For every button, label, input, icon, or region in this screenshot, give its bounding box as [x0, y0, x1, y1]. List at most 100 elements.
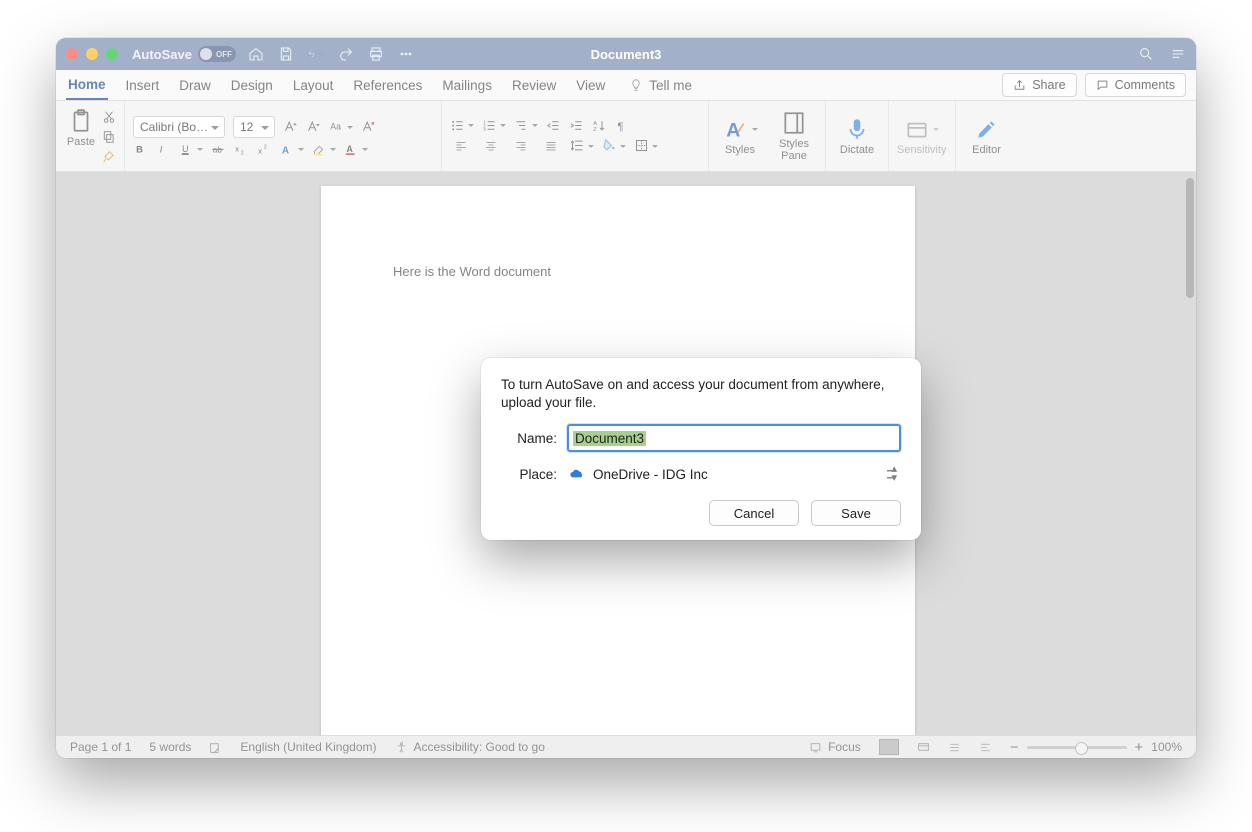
svg-text:x: x — [258, 146, 262, 155]
tab-references[interactable]: References — [351, 72, 424, 99]
zoom-window-button[interactable] — [106, 48, 118, 60]
status-page[interactable]: Page 1 of 1 — [70, 740, 131, 754]
status-spellcheck[interactable] — [209, 741, 222, 754]
increase-font-icon[interactable] — [283, 119, 298, 134]
sort-icon[interactable]: AZ — [592, 118, 607, 133]
zoom-in-button[interactable]: + — [1135, 739, 1144, 756]
change-case-icon[interactable]: Aa — [329, 119, 353, 134]
tab-draw[interactable]: Draw — [177, 72, 213, 99]
shading-icon[interactable] — [602, 138, 626, 153]
status-focus[interactable]: Focus — [809, 740, 861, 754]
zoom-out-button[interactable]: − — [1010, 739, 1019, 756]
font-name-select[interactable]: Calibri (Bo… — [133, 116, 225, 138]
tell-me-search[interactable]: Tell me — [629, 78, 692, 93]
status-accessibility[interactable]: Accessibility: Good to go — [395, 740, 545, 754]
undo-icon[interactable] — [308, 46, 324, 62]
line-spacing-icon[interactable] — [570, 138, 594, 153]
comments-button[interactable]: Comments — [1085, 73, 1186, 97]
dictate-button[interactable]: Dictate — [834, 116, 880, 156]
multilevel-list-icon[interactable] — [514, 118, 538, 133]
status-language[interactable]: English (United Kingdom) — [240, 740, 376, 754]
font-color-icon[interactable]: A — [344, 142, 368, 157]
decrease-indent-icon[interactable] — [546, 118, 561, 133]
tab-layout[interactable]: Layout — [291, 72, 336, 99]
minimize-window-button[interactable] — [86, 48, 98, 60]
zoom-percent[interactable]: 100% — [1151, 740, 1182, 754]
styles-pane-button[interactable]: StylesPane — [771, 110, 817, 162]
borders-icon[interactable] — [634, 138, 658, 153]
dialog-name-input[interactable]: Document3 — [567, 424, 901, 452]
svg-text:Z: Z — [593, 127, 597, 133]
copy-icon[interactable] — [102, 130, 116, 144]
redo-icon[interactable] — [338, 46, 354, 62]
subscript-icon[interactable]: x2 — [234, 142, 249, 157]
increase-indent-icon[interactable] — [569, 118, 584, 133]
tab-home[interactable]: Home — [66, 71, 108, 100]
paste-button[interactable]: Paste — [64, 108, 98, 148]
font-size-select[interactable]: 12 — [233, 116, 275, 138]
bullets-icon[interactable] — [450, 118, 474, 133]
styles-icon: A — [723, 116, 758, 142]
svg-text:Aa: Aa — [330, 122, 341, 132]
search-icon[interactable] — [1138, 46, 1154, 62]
dialog-name-label: Name: — [501, 431, 557, 446]
show-marks-icon[interactable]: ¶ — [615, 118, 630, 133]
decrease-font-icon[interactable] — [306, 119, 321, 134]
bulb-icon — [629, 78, 643, 92]
tab-review[interactable]: Review — [510, 72, 558, 99]
save-button[interactable]: Save — [811, 500, 901, 526]
zoom-slider[interactable] — [1027, 746, 1127, 749]
ribbon-tab-strip: Home Insert Draw Design Layout Reference… — [56, 70, 1196, 101]
scrollbar-thumb[interactable] — [1186, 178, 1194, 298]
strikethrough-icon[interactable]: ab — [211, 142, 226, 157]
autosave-toggle[interactable]: AutoSave OFF — [132, 46, 236, 62]
view-outline[interactable] — [948, 741, 961, 754]
dialog-place-select[interactable]: OneDrive - IDG Inc ▴▾ — [567, 462, 901, 486]
ribbon-options-icon[interactable] — [1170, 46, 1186, 62]
align-left-icon[interactable] — [450, 137, 472, 155]
title-bar: AutoSave OFF Document3 — [56, 38, 1196, 70]
share-button[interactable]: Share — [1002, 73, 1076, 97]
tab-mailings[interactable]: Mailings — [440, 72, 494, 99]
highlight-icon[interactable] — [312, 142, 336, 157]
group-editor: Editor — [956, 101, 1018, 171]
home-icon[interactable] — [248, 46, 264, 62]
svg-text:A: A — [347, 144, 354, 154]
tab-design[interactable]: Design — [229, 72, 275, 99]
tab-view[interactable]: View — [574, 72, 607, 99]
status-word-count[interactable]: 5 words — [149, 740, 191, 754]
view-print-layout[interactable] — [879, 739, 899, 755]
close-window-button[interactable] — [66, 48, 78, 60]
focus-icon — [809, 741, 822, 754]
cancel-button[interactable]: Cancel — [709, 500, 799, 526]
view-web-layout[interactable] — [917, 741, 930, 754]
comment-icon — [1096, 79, 1109, 92]
svg-text:U: U — [182, 144, 188, 154]
styles-button[interactable]: A Styles — [717, 116, 763, 156]
svg-text:ab: ab — [213, 145, 223, 154]
cut-icon[interactable] — [102, 110, 116, 124]
align-right-icon[interactable] — [510, 137, 532, 155]
tab-insert[interactable]: Insert — [124, 72, 162, 99]
dialog-message: To turn AutoSave on and access your docu… — [501, 376, 901, 412]
document-body-text: Here is the Word document — [393, 264, 551, 279]
print-icon[interactable] — [368, 46, 384, 62]
group-font: Calibri (Bo… 12 Aa B I U ab x2 x2 A A — [125, 101, 442, 171]
editor-icon — [974, 116, 1000, 142]
clear-formatting-icon[interactable] — [361, 119, 376, 134]
bold-icon[interactable]: B — [133, 142, 148, 157]
underline-icon[interactable]: U — [179, 142, 203, 157]
justify-icon[interactable] — [540, 137, 562, 155]
format-painter-icon[interactable] — [102, 150, 116, 164]
more-icon[interactable] — [398, 46, 414, 62]
numbering-icon[interactable]: 123 — [482, 118, 506, 133]
save-icon[interactable] — [278, 46, 294, 62]
autosave-switch[interactable]: OFF — [198, 46, 236, 62]
superscript-icon[interactable]: x2 — [257, 142, 272, 157]
sensitivity-button[interactable]: Sensitivity — [897, 116, 947, 156]
text-effects-icon[interactable]: A — [280, 142, 304, 157]
italic-icon[interactable]: I — [156, 142, 171, 157]
align-center-icon[interactable] — [480, 137, 502, 155]
editor-button[interactable]: Editor — [964, 116, 1010, 156]
view-draft[interactable] — [979, 741, 992, 754]
